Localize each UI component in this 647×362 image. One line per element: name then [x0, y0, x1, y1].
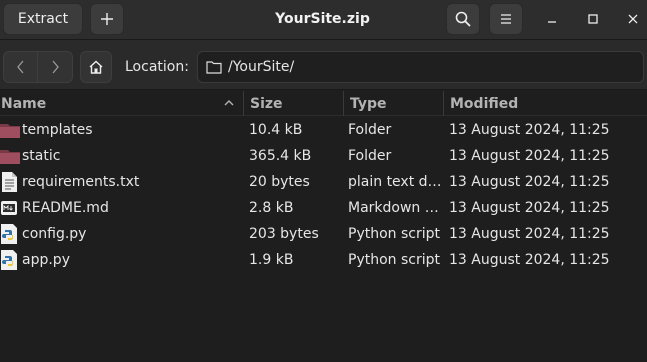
file-modified: 13 August 2024, 11:25: [449, 148, 610, 164]
extract-button[interactable]: Extract: [3, 3, 83, 35]
folder-outline-icon: [206, 61, 222, 74]
maximize-button[interactable]: [580, 6, 606, 32]
file-modified: 13 August 2024, 11:25: [449, 174, 610, 190]
file-row[interactable]: app.py 1.9 kB Python script 13 August 20…: [0, 247, 647, 273]
file-row[interactable]: config.py 203 bytes Python script 13 Aug…: [0, 221, 647, 247]
archive-manager-window: Extract YourSite.zip Location: /YourSite…: [0, 0, 647, 362]
column-header-type[interactable]: Type: [344, 91, 444, 116]
text-file-icon: [0, 172, 20, 192]
file-type: Python script: [348, 252, 440, 268]
file-type: Markdown …: [348, 200, 439, 216]
file-modified: 13 August 2024, 11:25: [449, 122, 610, 138]
forward-button[interactable]: [38, 52, 72, 82]
file-modified: 13 August 2024, 11:25: [449, 252, 610, 268]
minimize-button[interactable]: [539, 6, 565, 32]
file-size: 365.4 kB: [249, 148, 312, 164]
location-path-field[interactable]: /YourSite/: [197, 51, 644, 83]
python-file-icon: [0, 250, 20, 270]
window-title: YourSite.zip: [275, 11, 370, 27]
close-icon: [628, 14, 638, 24]
file-name-cell: static: [0, 143, 244, 169]
file-type: Folder: [348, 122, 392, 138]
search-icon: [455, 11, 471, 27]
close-button[interactable]: [620, 6, 646, 32]
file-type: Folder: [348, 148, 392, 164]
file-name-cell: app.py: [0, 247, 244, 273]
column-headers: Name Size Type Modified: [0, 91, 647, 116]
back-button[interactable]: [4, 52, 39, 82]
minimize-icon: [548, 21, 556, 23]
file-size: 2.8 kB: [249, 200, 294, 216]
search-button[interactable]: [446, 3, 480, 35]
maximize-icon: [588, 14, 598, 24]
main-menu-button[interactable]: [489, 3, 523, 35]
file-row[interactable]: templates 10.4 kB Folder 13 August 2024,…: [0, 117, 647, 143]
file-name: templates: [22, 122, 93, 138]
file-size: 1.9 kB: [249, 252, 294, 268]
file-row[interactable]: README.md 2.8 kB Markdown … 13 August 20…: [0, 195, 647, 221]
file-name: requirements.txt: [22, 174, 140, 190]
location-path: /YourSite/: [228, 59, 295, 75]
header-bar: Extract YourSite.zip: [0, 0, 647, 40]
plus-icon: [101, 13, 113, 25]
home-icon: [89, 60, 103, 74]
file-name-cell: templates: [0, 117, 244, 143]
file-name-cell: requirements.txt: [0, 169, 244, 195]
hamburger-menu-icon: [501, 14, 511, 24]
sort-ascending-icon: [224, 100, 234, 106]
file-size: 10.4 kB: [249, 122, 303, 138]
column-header-modified[interactable]: Modified: [444, 91, 647, 116]
file-name-cell: config.py: [0, 221, 244, 247]
file-row[interactable]: requirements.txt 20 bytes plain text d… …: [0, 169, 647, 195]
location-label: Location:: [125, 59, 189, 75]
folder-icon: [0, 120, 20, 140]
file-row[interactable]: static 365.4 kB Folder 13 August 2024, 1…: [0, 143, 647, 169]
location-bar: Location: /YourSite/: [0, 40, 647, 90]
home-button[interactable]: [80, 51, 112, 83]
file-type: plain text d…: [348, 174, 440, 190]
file-name: static: [22, 148, 61, 164]
python-file-icon: [0, 224, 20, 244]
file-name: README.md: [22, 200, 109, 216]
chevron-right-icon: [52, 60, 59, 74]
file-size: 20 bytes: [249, 174, 310, 190]
file-type: Python script: [348, 226, 440, 242]
file-modified: 13 August 2024, 11:25: [449, 200, 610, 216]
file-name-cell: README.md: [0, 195, 244, 221]
file-name: config.py: [22, 226, 87, 242]
folder-icon: [0, 146, 20, 166]
column-header-size[interactable]: Size: [244, 91, 344, 116]
column-header-name[interactable]: Name: [0, 91, 244, 116]
navigation-buttons: [3, 51, 73, 83]
column-header-name-label: Name: [1, 95, 47, 112]
add-button[interactable]: [90, 3, 124, 35]
markdown-file-icon: [0, 198, 20, 218]
chevron-left-icon: [16, 60, 23, 74]
file-modified: 13 August 2024, 11:25: [449, 226, 610, 242]
file-list: templates 10.4 kB Folder 13 August 2024,…: [0, 117, 647, 273]
file-name: app.py: [22, 252, 70, 268]
file-size: 203 bytes: [249, 226, 319, 242]
